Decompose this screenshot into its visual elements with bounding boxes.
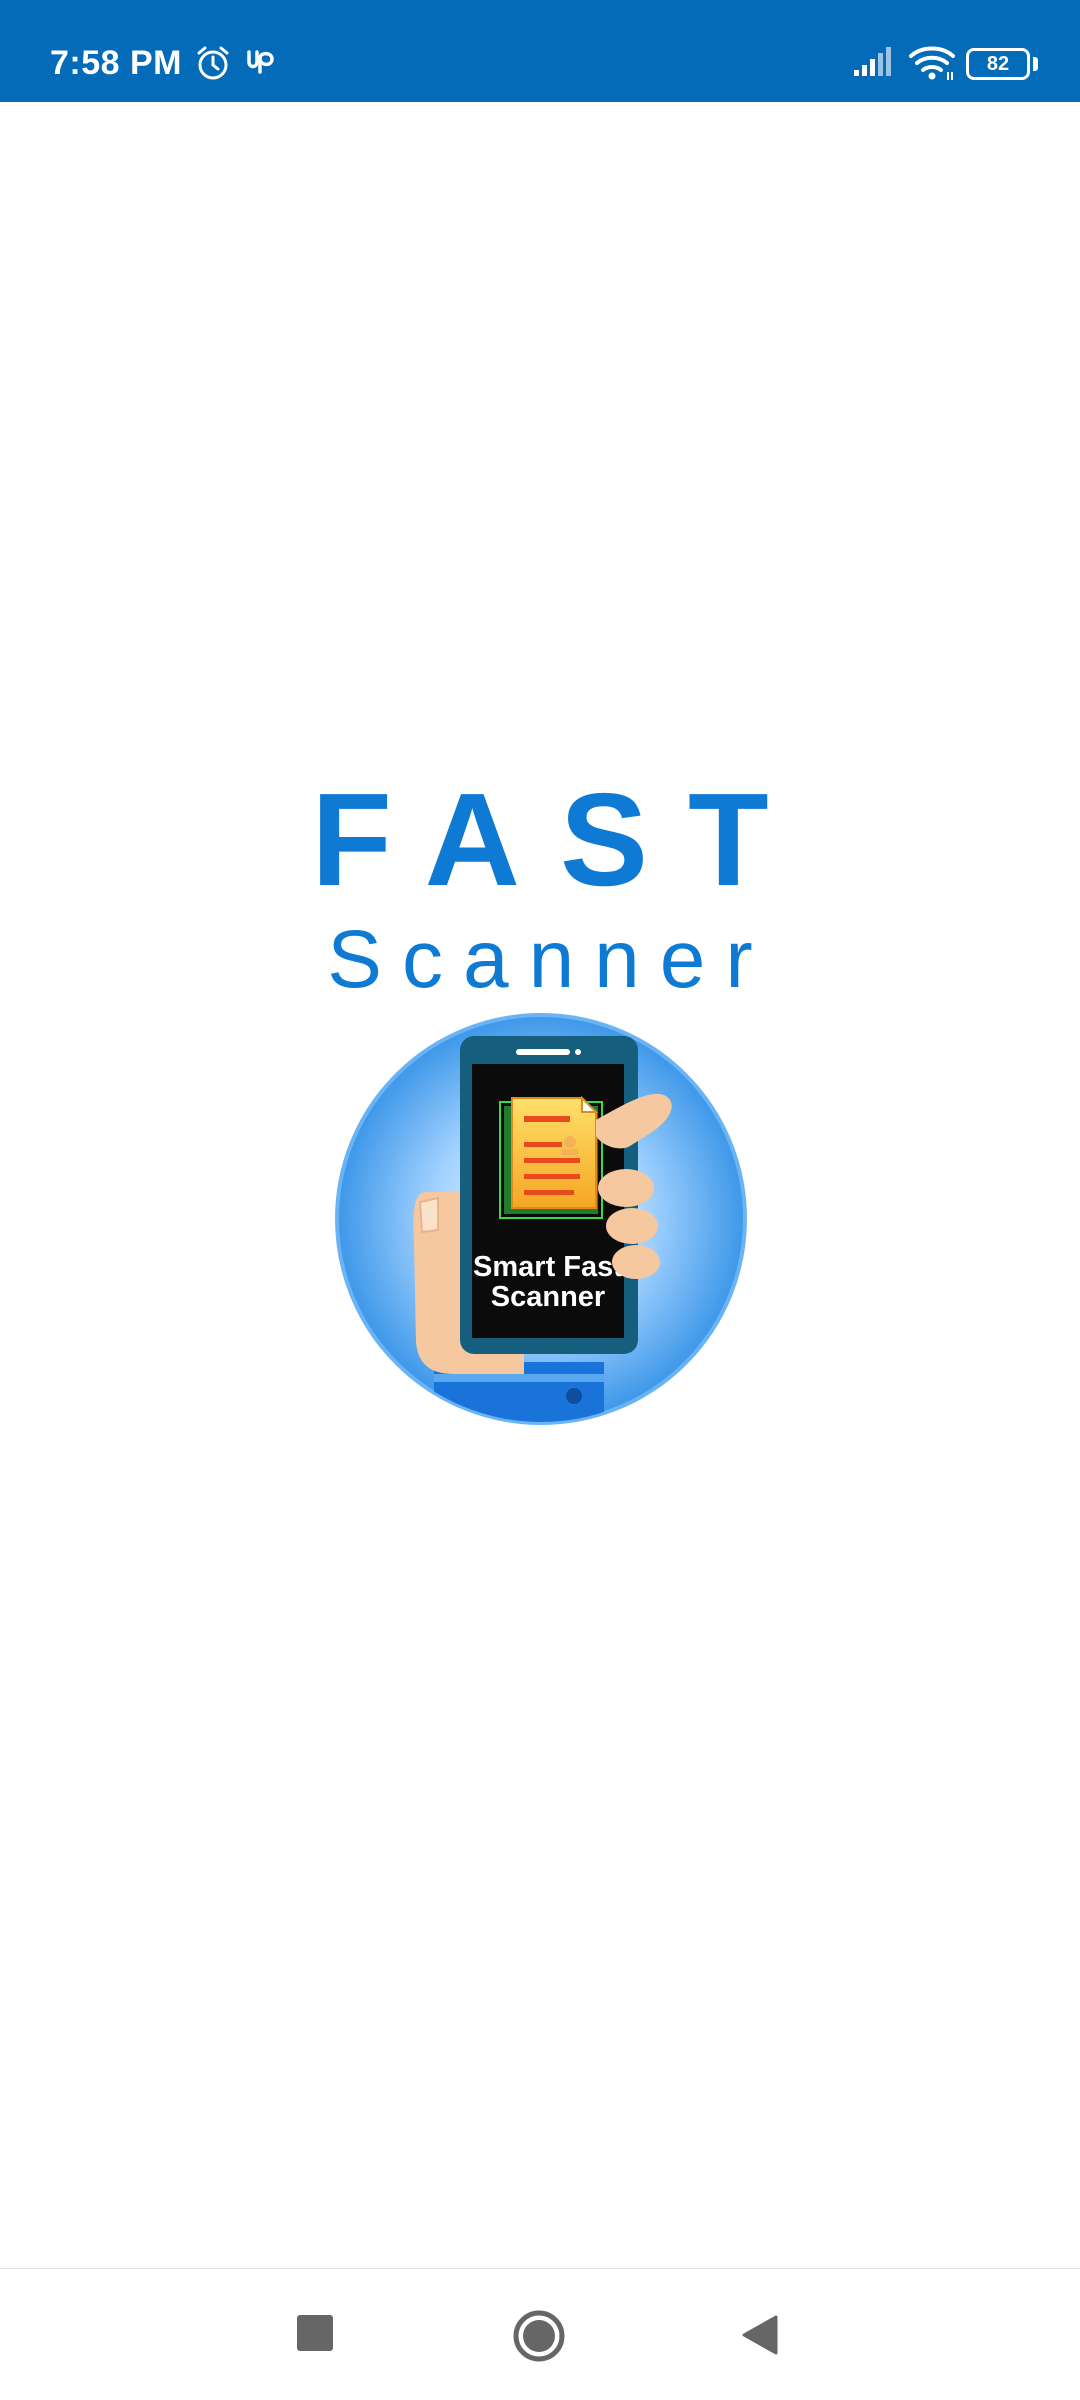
status-bar: 7:58 PM 82 [0,0,1080,102]
splash-screen: 7:58 PM 82 FAST Scanner Smart Fast Scann… [0,0,1080,2400]
app-subtitle: Scanner [327,914,773,1005]
wifi-icon [908,44,956,87]
recents-button[interactable] [297,2315,333,2351]
home-button[interactable] [512,2309,566,2363]
navigation-bar [0,2268,1080,2400]
home-icon [513,2310,565,2362]
alarm-icon [194,44,232,87]
back-button[interactable] [740,2313,780,2357]
app-logo: Smart Fast Scanner [334,1012,748,1426]
battery-level: 82 [986,53,1010,75]
upwork-icon [246,46,280,81]
battery-icon: 82 [966,48,1030,80]
signal-icon [852,46,894,83]
app-title: FAST [311,766,809,913]
logo-label-line2: Scanner [491,1281,605,1313]
back-icon [742,2315,778,2355]
battery-cap [1033,57,1038,71]
logo-label-line1: Smart Fast [473,1251,623,1283]
status-time: 7:58 PM [50,44,182,82]
